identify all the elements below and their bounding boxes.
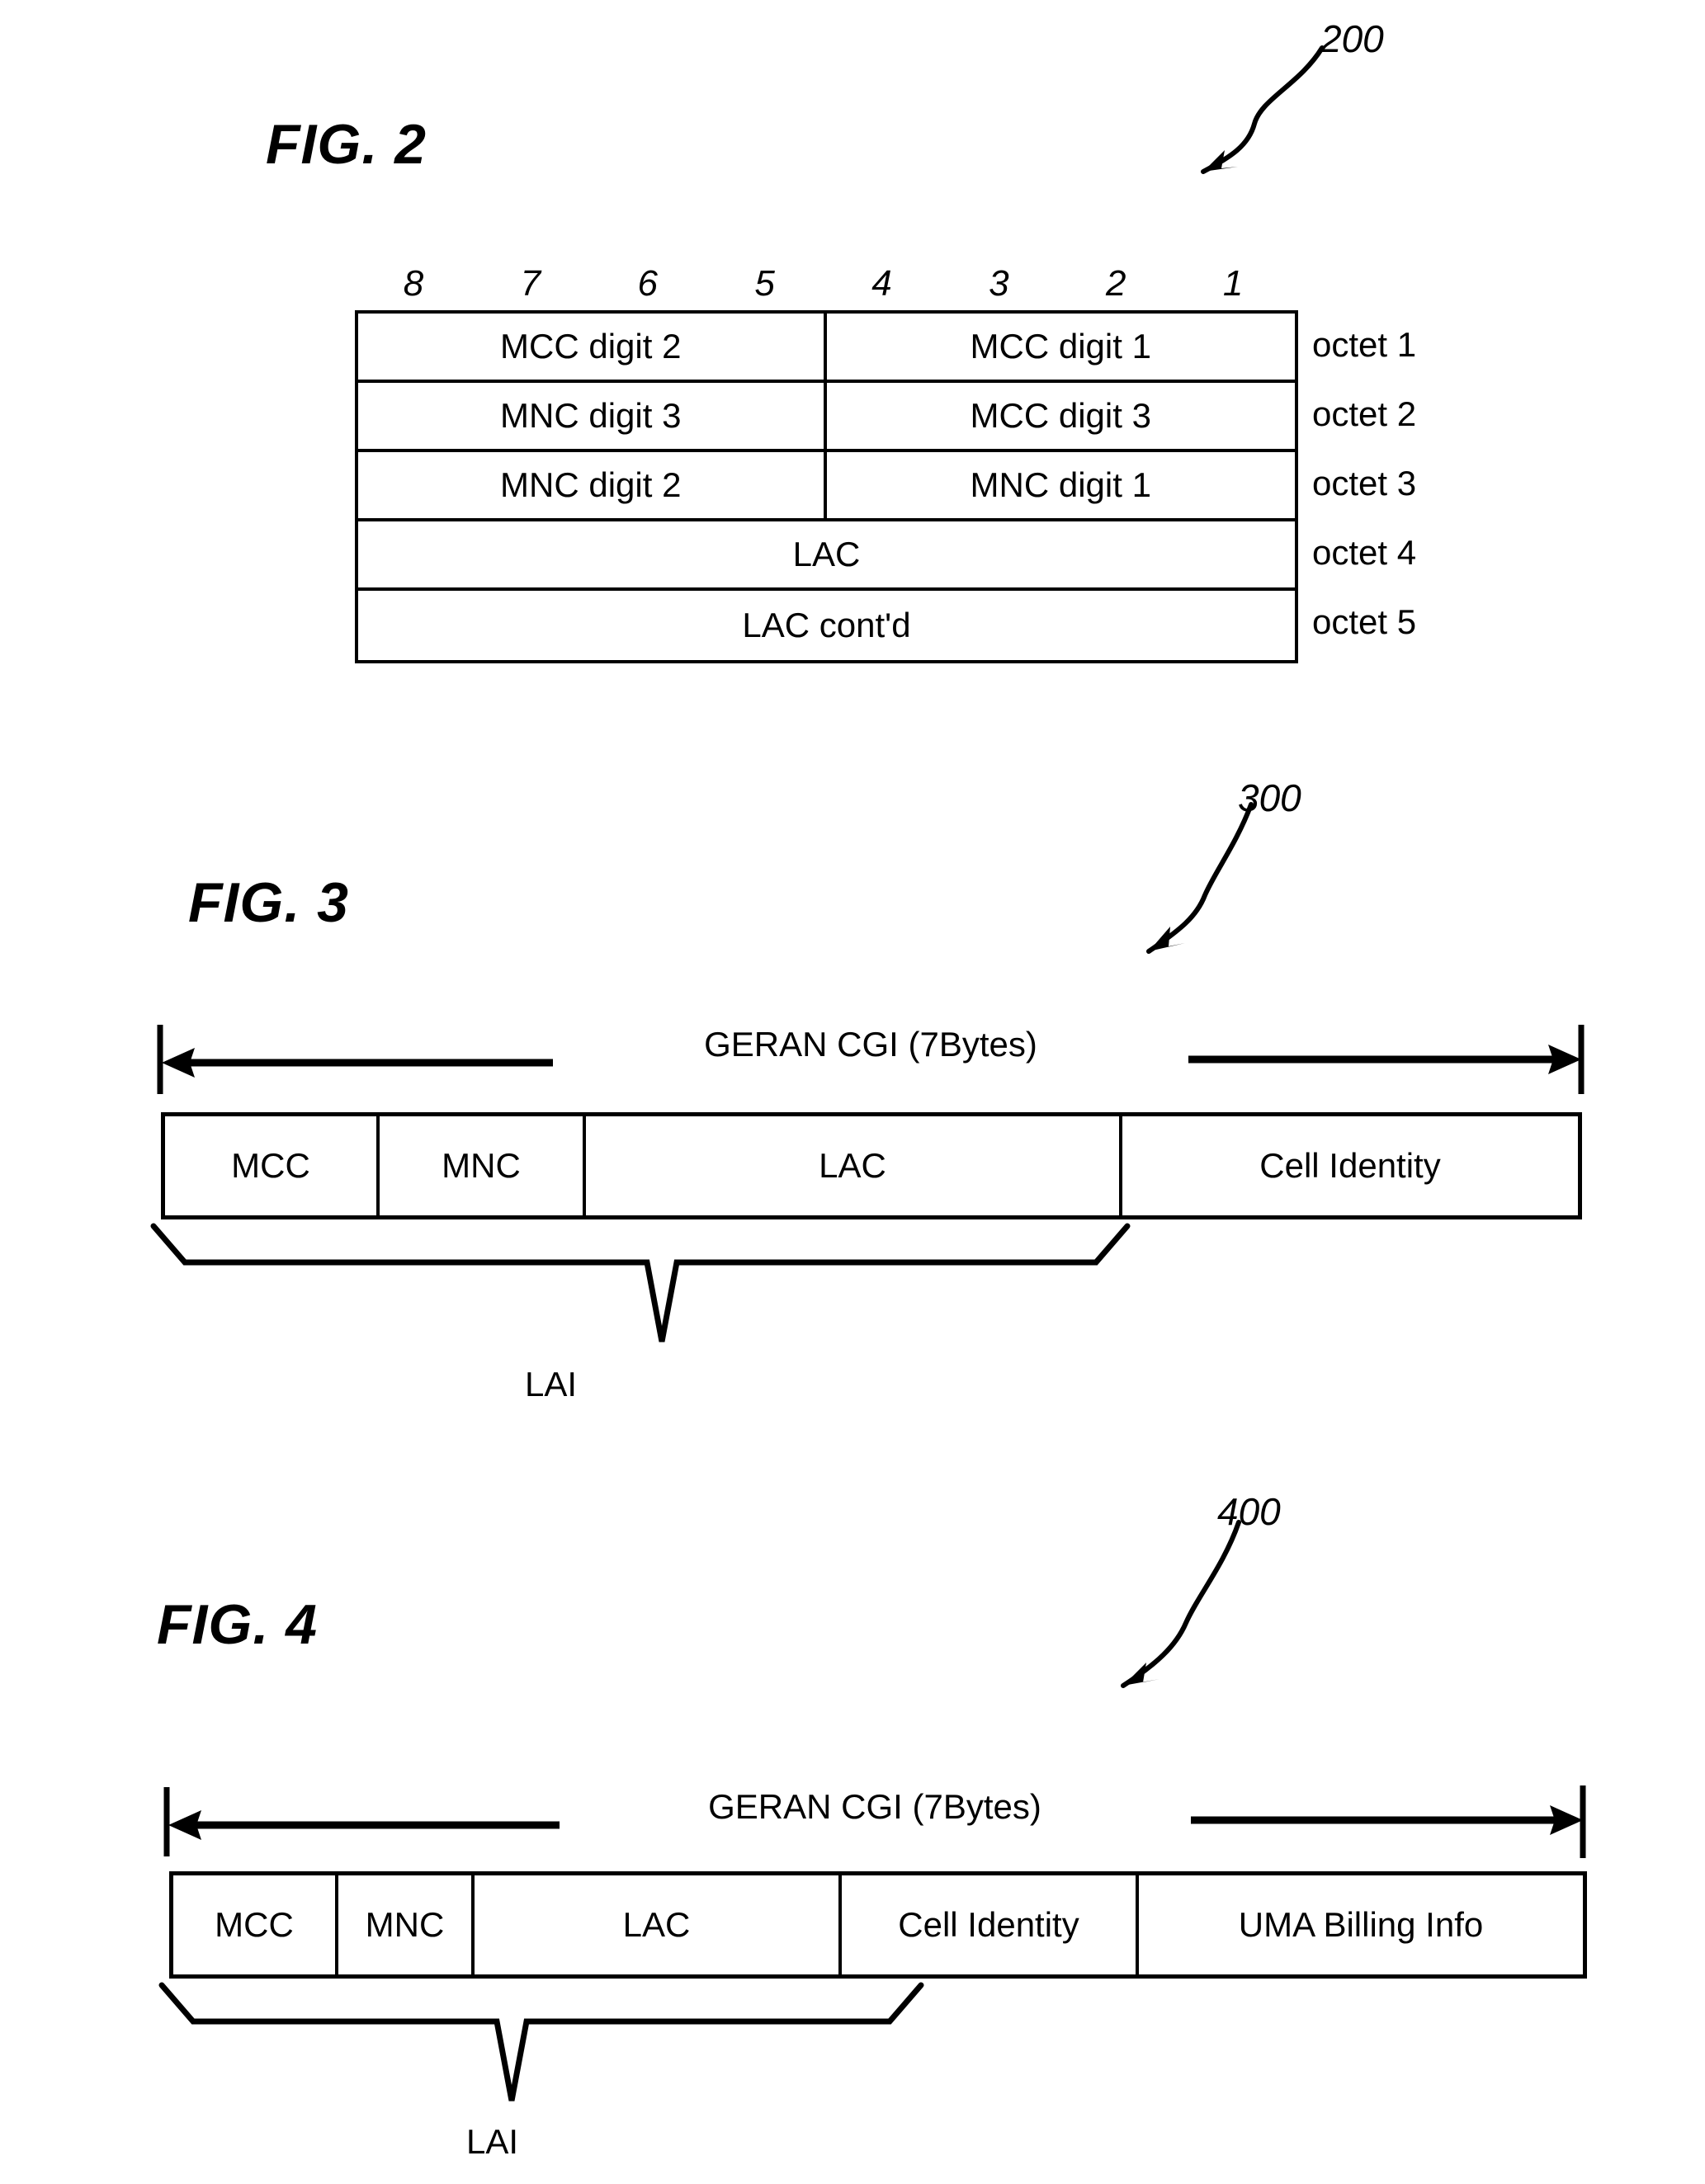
bit-label-3: 3 [989, 263, 1009, 304]
fig3-geran-cgi-field-box: MCC MNC LAC Cell Identity [161, 1112, 1582, 1219]
octet-label-3: octet 3 [1312, 464, 1417, 502]
patent-figure-sheet: FIG. 2 200 8 7 6 5 4 3 2 1 MCC digit 2 M… [0, 0, 1705, 2184]
bit-label-6: 6 [637, 263, 658, 304]
fig2-bit-number-header: 8 7 6 5 4 3 2 1 [355, 262, 1292, 309]
octet3-high-nibble: MNC digit 2 [358, 452, 827, 518]
fig4-geran-cgi-field-box: MCC MNC LAC Cell Identity UMA Billing In… [169, 1871, 1587, 1979]
octet1-high-nibble: MCC digit 2 [358, 314, 827, 380]
table-row: MCC digit 2 MCC digit 1 [358, 314, 1295, 383]
table-row: LAC [358, 521, 1295, 591]
table-row: MNC digit 2 MNC digit 1 [358, 452, 1295, 521]
fig3-lai-label: LAI [525, 1365, 578, 1403]
fig4-lai-label: LAI [466, 2122, 519, 2161]
fig4-lai-brace [158, 1982, 924, 2101]
fig3-field-cell-identity: Cell Identity [1259, 1146, 1441, 1185]
figure-4-title: FIG. 4 [157, 1593, 318, 1656]
octet-label-2: octet 2 [1312, 394, 1417, 433]
bit-label-7: 7 [520, 263, 541, 304]
reference-leader-arrow-200 [1201, 45, 1325, 174]
fig2-octet-label-column: octet 1 octet 2 octet 3 octet 4 octet 5 [1312, 310, 1527, 657]
table-row: MNC digit 3 MCC digit 3 [358, 383, 1295, 452]
fig4-field-mcc: MCC [173, 1875, 338, 1974]
fig3-lai-brace [150, 1223, 1131, 1342]
octet4-field: LAC [792, 535, 861, 573]
octet2-low-nibble: MCC digit 3 [970, 396, 1151, 435]
fig4-field-cell-identity: Cell Identity [842, 1875, 1139, 1974]
octet1-low-nibble: MCC digit 1 [970, 327, 1151, 366]
figure-2-title: FIG. 2 [266, 113, 427, 176]
fig2-octet-table: MCC digit 2 MCC digit 1 MNC digit 3 MCC … [355, 310, 1298, 663]
fig4-field-lac: LAC [475, 1875, 842, 1974]
octet3-low-nibble: MNC digit 1 [970, 465, 1151, 504]
figure-3-title: FIG. 3 [188, 871, 349, 934]
fig3-field-mnc: MNC [380, 1116, 586, 1215]
octet-label-5: octet 5 [1312, 602, 1417, 641]
reference-leader-arrow-300 [1146, 802, 1254, 954]
octet5-field: LAC cont'd [742, 606, 911, 644]
bit-label-8: 8 [403, 263, 424, 304]
fig4-field-uma-billing-info: UMA Billing Info [1238, 1905, 1484, 1944]
bit-label-1: 1 [1222, 263, 1244, 304]
reference-leader-arrow-400 [1121, 1520, 1241, 1688]
bit-label-2: 2 [1105, 263, 1126, 304]
table-row: LAC cont'd [358, 591, 1295, 660]
octet2-high-nibble: MNC digit 3 [358, 383, 827, 449]
fig3-span-label: GERAN CGI (7Bytes) [704, 1025, 1037, 1064]
fig4-span-label: GERAN CGI (7Bytes) [708, 1787, 1041, 1826]
octet-label-4: octet 4 [1312, 533, 1417, 572]
bit-label-5: 5 [754, 263, 775, 304]
bit-label-4: 4 [871, 263, 892, 304]
fig4-field-mnc: MNC [338, 1875, 475, 1974]
fig3-field-lac: LAC [586, 1116, 1122, 1215]
octet-label-1: octet 1 [1312, 325, 1417, 364]
fig3-field-mcc: MCC [165, 1116, 380, 1215]
